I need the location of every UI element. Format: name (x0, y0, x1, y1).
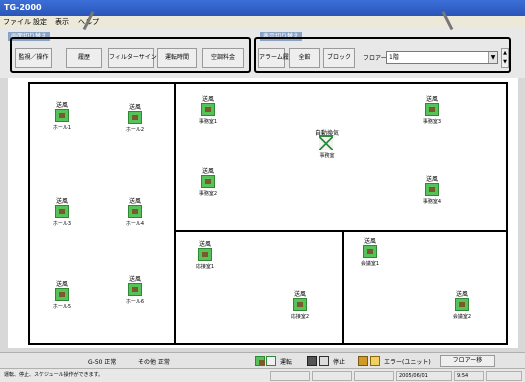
air-conditioner-icon (363, 245, 377, 258)
floor-map-area: 送風 ホール1 送風 ホール2 送風 ホール3 送風 ホール4 送風 ホール5 … (8, 78, 518, 348)
unit-name: 事務室3 (422, 119, 442, 125)
unit-name: ホール2 (125, 127, 145, 133)
g50-status: G-50 正常 (88, 359, 117, 366)
unit-mode: 送風 (55, 198, 68, 205)
ac-unit[interactable]: 送風 応接室1 (185, 239, 225, 273)
status-bar: 運転、停止、スケジュール操作ができます。 2005/06/01 9:54 (0, 368, 525, 382)
toolbar: 画面切り替え 表示切り替え 監視／操作 履歴 フィルターサイン 運転時間 空調料… (0, 28, 525, 78)
air-conditioner-icon (425, 183, 439, 196)
unit-mode: 送風 (55, 281, 68, 288)
legend-error-label: エラー(ユニット) (384, 359, 431, 366)
ac-unit[interactable]: 送風 会議室2 (442, 289, 482, 323)
view-group-frame (254, 37, 511, 73)
ac-unit[interactable]: 送風 会議室1 (350, 236, 390, 270)
ac-unit[interactable]: 送風 応接室2 (280, 289, 320, 323)
unit-name: 応接室2 (290, 314, 310, 320)
air-conditioner-icon (201, 103, 215, 116)
menu-settings[interactable]: 設定 (33, 17, 47, 27)
window-title: TG-2000 (4, 3, 42, 12)
unit-name: ホール3 (52, 221, 72, 227)
menu-file[interactable]: ファイル (3, 17, 31, 27)
status-cell (312, 371, 352, 381)
unit-name: ホール4 (125, 221, 145, 227)
wall (342, 232, 344, 343)
status-message: 運転、停止、スケジュール操作ができます。 (4, 372, 104, 378)
unit-name: 会議室1 (360, 261, 380, 267)
ac-unit[interactable]: 送風 事務室1 (188, 94, 228, 128)
unit-name: 事務室2 (198, 191, 218, 197)
legend-bar: G-50 正常 その他 正常 運転 停止 エラー(ユニット) フロアー移 (0, 352, 525, 368)
status-cell (486, 371, 522, 381)
unit-mode: 送風 (128, 276, 141, 283)
error-unit-icon (358, 356, 368, 366)
screen-group-frame (10, 37, 251, 73)
unit-mode: 送風 (128, 104, 141, 111)
unit-mode: 送風 (201, 168, 214, 175)
air-conditioner-icon (293, 298, 307, 311)
run-vent-icon (266, 356, 276, 366)
ac-unit[interactable]: 送風 事務室4 (412, 174, 452, 208)
unit-name: 事務室4 (422, 199, 442, 205)
unit-mode: 送風 (293, 291, 306, 298)
stop-unit-icon (307, 356, 317, 366)
ac-unit[interactable]: 送風 事務室2 (188, 166, 228, 200)
ventilation-unit[interactable]: 自動換気 事務室 (306, 128, 348, 162)
app-window: TG-2000 ファイル 設定 表示 ヘルプ 画面切り替え 表示切り替え 監視／… (0, 0, 525, 382)
floor-move-button[interactable]: フロアー移 (440, 355, 495, 367)
ac-unit[interactable]: 送風 ホール6 (115, 274, 155, 308)
air-conditioner-icon (128, 283, 142, 296)
menu-view[interactable]: 表示 (55, 17, 69, 27)
status-date: 2005/06/01 (396, 371, 452, 381)
unit-name: 事務室 (319, 153, 335, 159)
air-conditioner-icon (425, 103, 439, 116)
unit-mode: 送風 (55, 102, 68, 109)
air-conditioner-icon (201, 175, 215, 188)
unit-name: 事務室1 (198, 119, 218, 125)
run-unit-icon (255, 356, 265, 366)
ac-unit[interactable]: 送風 ホール2 (115, 102, 155, 136)
floor-map: 送風 ホール1 送風 ホール2 送風 ホール3 送風 ホール4 送風 ホール5 … (28, 82, 508, 345)
air-conditioner-icon (128, 111, 142, 124)
unit-mode: 送風 (425, 176, 438, 183)
ac-unit[interactable]: 送風 ホール4 (115, 196, 155, 230)
unit-name: ホール1 (52, 125, 72, 131)
wall (174, 84, 176, 343)
stop-vent-icon (319, 356, 329, 366)
status-time: 9:54 (454, 371, 484, 381)
unit-name: 応接室1 (195, 264, 215, 270)
unit-mode: 送風 (198, 241, 211, 248)
ac-unit[interactable]: 送風 ホール3 (42, 196, 82, 230)
unit-mode: 送風 (455, 291, 468, 298)
other-status: その他 正常 (138, 359, 170, 366)
ac-unit[interactable]: 送風 ホール5 (42, 279, 82, 313)
ac-unit[interactable]: 送風 ホール1 (42, 100, 82, 134)
air-conditioner-icon (455, 298, 469, 311)
status-cell (270, 371, 310, 381)
legend-stop-label: 停止 (333, 359, 346, 366)
legend-run-label: 運転 (280, 359, 293, 366)
unit-name: 会議室2 (452, 314, 472, 320)
ventilation-icon (319, 137, 333, 150)
air-conditioner-icon (198, 248, 212, 261)
wall (176, 230, 506, 232)
unit-mode: 送風 (128, 198, 141, 205)
status-cell (354, 371, 394, 381)
air-conditioner-icon (55, 109, 69, 122)
error-vent-icon (370, 356, 380, 366)
ac-unit[interactable]: 送風 事務室3 (412, 94, 452, 128)
title-bar: TG-2000 (0, 0, 525, 16)
unit-name: ホール6 (125, 299, 145, 305)
air-conditioner-icon (55, 288, 69, 301)
unit-mode: 送風 (201, 96, 214, 103)
unit-mode: 送風 (425, 96, 438, 103)
air-conditioner-icon (55, 205, 69, 218)
unit-mode: 送風 (363, 238, 376, 245)
unit-name: ホール5 (52, 304, 72, 310)
air-conditioner-icon (128, 205, 142, 218)
